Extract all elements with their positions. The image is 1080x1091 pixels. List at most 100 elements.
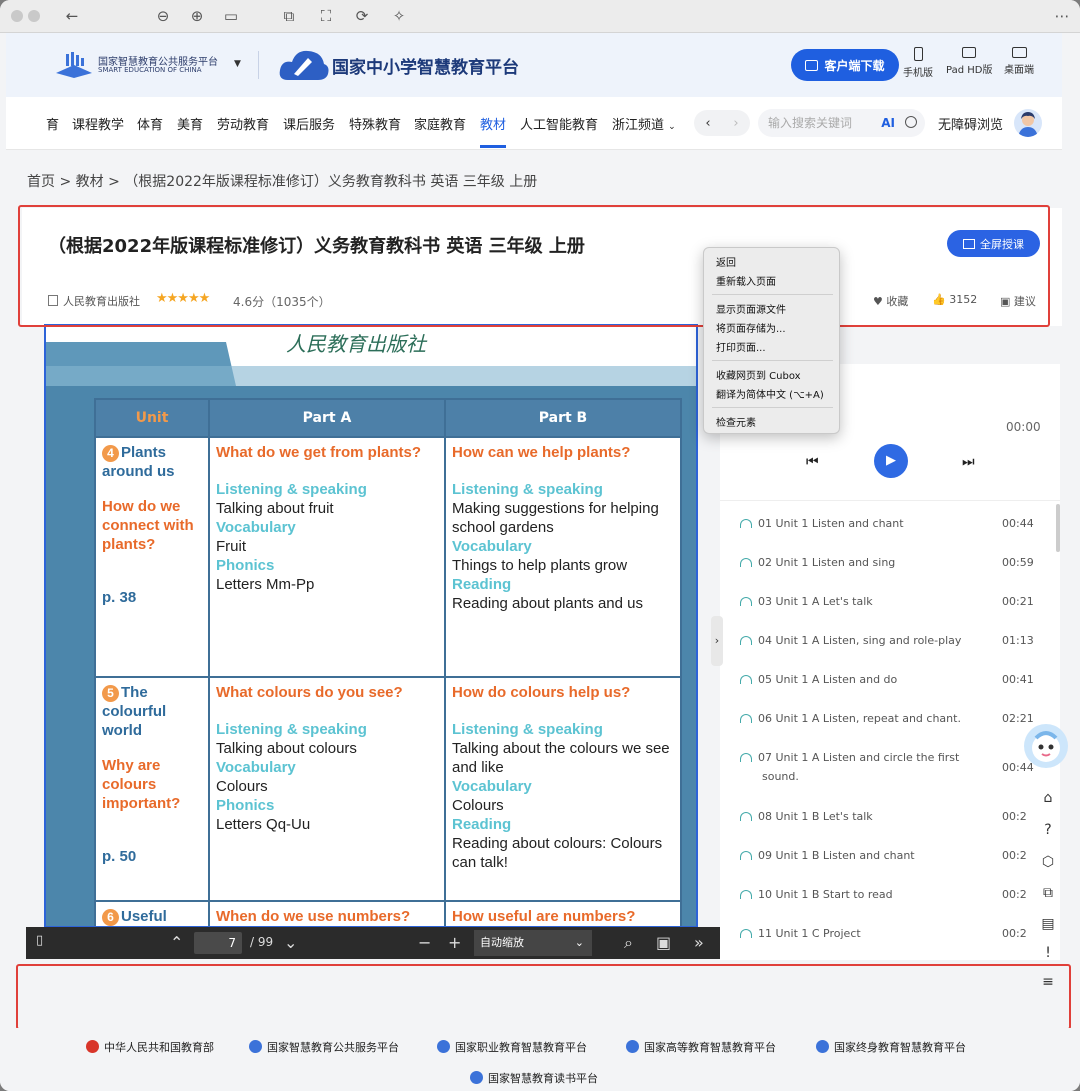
headphones-icon [740,519,752,528]
nav-item-arts[interactable]: 美育 [177,114,203,133]
home-icon[interactable]: ⌂ [1038,788,1058,808]
pdf-viewer[interactable]: 人民教育出版社 Unit Part A Part B 4 Plants aroun… [44,324,698,928]
nav-next-icon[interactable]: › [733,116,738,131]
divider [720,500,1060,501]
section-heading: Vocabulary [452,538,532,555]
menu-separator [712,294,833,295]
platform-dropdown-icon[interactable]: ▼ [234,59,241,69]
table-cell: When do we use numbers? [208,900,446,926]
help-icon[interactable]: ? [1038,820,1058,840]
nav-item-textbooks[interactable]: 教材 [480,114,506,133]
copy-icon[interactable]: ⧉ [279,6,299,26]
panel-collapse-icon[interactable]: › [711,616,723,666]
cube-icon[interactable]: ⬡ [1038,852,1058,872]
breadcrumb-textbooks[interactable]: 教材 [76,174,104,190]
next-track-icon[interactable]: ⏭ [962,454,975,470]
menu-item-back[interactable]: 返回 [716,254,736,269]
nav-prev-icon[interactable]: ‹ [705,116,710,131]
nav-item-courses[interactable]: 课程教学 [72,114,124,133]
headphones-icon [740,558,752,567]
more-tools-icon[interactable]: » [694,933,704,952]
zoom-in-icon[interactable]: + [448,933,461,952]
search-icon[interactable] [905,116,917,128]
zoom-select[interactable]: 自动缩放 ⌄ [474,930,592,956]
menu-separator [712,360,833,361]
page-up-icon[interactable]: ⌃ [170,933,183,952]
nav-item-special[interactable]: 特殊教育 [349,114,401,133]
zoom-in-icon[interactable]: ⊕ [187,6,207,26]
search-input[interactable]: 输入搜索关键词 AI [758,109,925,137]
client-download-button[interactable]: 客户端下载 [791,49,899,81]
nav-item-sports[interactable]: 体育 [137,114,163,133]
accessibility-link[interactable]: 无障碍浏览 [938,114,1003,133]
footer-link-lifelong[interactable]: 国家终身教育智慧教育平台 [816,1039,966,1055]
page-number-input[interactable]: 7 [194,932,242,954]
nav-item-yu[interactable]: 育 [46,114,59,133]
presentation-mode-icon[interactable]: ▣ [656,933,671,952]
unit-question: Why are colours important? [102,757,181,812]
zoom-out-icon[interactable]: − [418,933,431,952]
nav-item-ai[interactable]: 人工智能教育 [520,114,598,133]
chevron-down-icon: ⌄ [668,122,676,132]
section-heading: Vocabulary [452,778,532,795]
footer-link-moe[interactable]: 中华人民共和国教育部 [86,1039,214,1055]
desktop-version-link[interactable]: 桌面端 [1004,47,1034,76]
section-heading: Listening & speaking [452,481,603,498]
menu-item-save-page[interactable]: 将页面存储为... [716,320,786,335]
zoom-out-icon[interactable]: ⊖ [153,6,173,26]
platform-logo-icon[interactable] [54,51,94,79]
breadcrumb: 首页 > 教材 > （根据2022年版课程标准修订）义务教育教科书 英语 三年级… [27,171,537,191]
assistant-mascot-icon[interactable] [1024,724,1068,768]
section-text: Colours [216,778,268,795]
avatar[interactable] [1014,109,1042,137]
table-cell: What colours do you see? Listening & spe… [208,676,446,902]
headphones-icon [740,714,752,723]
menu-item-inspect[interactable]: 检查元素 [716,414,756,429]
minimize-window-icon[interactable] [28,10,40,22]
track-label: 10 Unit 1 B Start to read [758,888,893,901]
page-down-icon[interactable]: ⌄ [284,933,297,952]
nav-item-zhejiang[interactable]: 浙江频道 ⌄ [612,114,676,133]
sidebar-toggle-icon[interactable]: ▯ [36,933,43,948]
section-text: Reading about colours: Colours can talk! [452,835,663,871]
document-icon[interactable]: ▤ [1038,914,1058,934]
section-text: Talking about colours [216,740,357,757]
site-logo-icon[interactable] [278,46,330,84]
desktop-version-label: 桌面端 [1004,65,1034,76]
footer-link-reading[interactable]: 国家智慧教育读书平台 [470,1070,598,1086]
copy-page-icon[interactable]: ⧉ [1038,883,1058,903]
back-arrow-icon[interactable]: ← [62,6,82,26]
menu-item-print[interactable]: 打印页面... [716,339,766,354]
close-window-icon[interactable] [11,10,23,22]
track-list-scrollbar[interactable] [1056,504,1060,552]
nav-item-afterschool[interactable]: 课后服务 [283,114,335,133]
part-question: What do we get from plants? [216,444,421,461]
more-icon[interactable]: ⋯ [1052,6,1072,26]
part-question: How can we help plants? [452,444,631,461]
mobile-version-link[interactable]: 手机版 [903,47,933,79]
section-text: Talking about the colours we see and lik… [452,740,670,776]
track-duration: 00:21 [1002,595,1034,608]
table-row: 6 Useful When do we use numbers? How usef… [94,900,682,926]
nav-item-labor[interactable]: 劳动教育 [217,114,269,133]
footer-link-vocational[interactable]: 国家职业教育智慧教育平台 [437,1039,587,1055]
feedback-icon[interactable]: ! [1038,943,1058,963]
footer-link-public[interactable]: 国家智慧教育公共服务平台 [249,1039,399,1055]
menu-item-translate[interactable]: 翻译为简体中文 (⌥+A) [716,386,824,401]
pad-version-link[interactable]: Pad HD版 [946,47,992,76]
breadcrumb-home[interactable]: 首页 [27,174,55,190]
menu-item-view-source[interactable]: 显示页面源文件 [716,301,786,316]
footer-link-higher[interactable]: 国家高等教育智慧教育平台 [626,1039,776,1055]
play-button[interactable]: ▶ [874,444,908,478]
nav-item-family[interactable]: 家庭教育 [414,114,466,133]
menu-item-cubox[interactable]: 收藏网页到 Cubox [716,367,801,382]
menu-item-reload[interactable]: 重新载入页面 [716,273,776,288]
rotate-icon[interactable]: ⟳ [352,6,372,26]
fit-page-icon[interactable]: ▭ [221,6,241,26]
ai-search-icon[interactable]: AI [881,109,895,137]
crop-icon[interactable]: ⛶ [316,6,336,26]
magic-icon[interactable]: ✧ [389,6,409,26]
previous-track-icon[interactable]: ⏮ [806,454,819,470]
menu-icon[interactable]: ≡ [1038,972,1058,992]
search-icon[interactable]: ⌕ [624,933,633,953]
